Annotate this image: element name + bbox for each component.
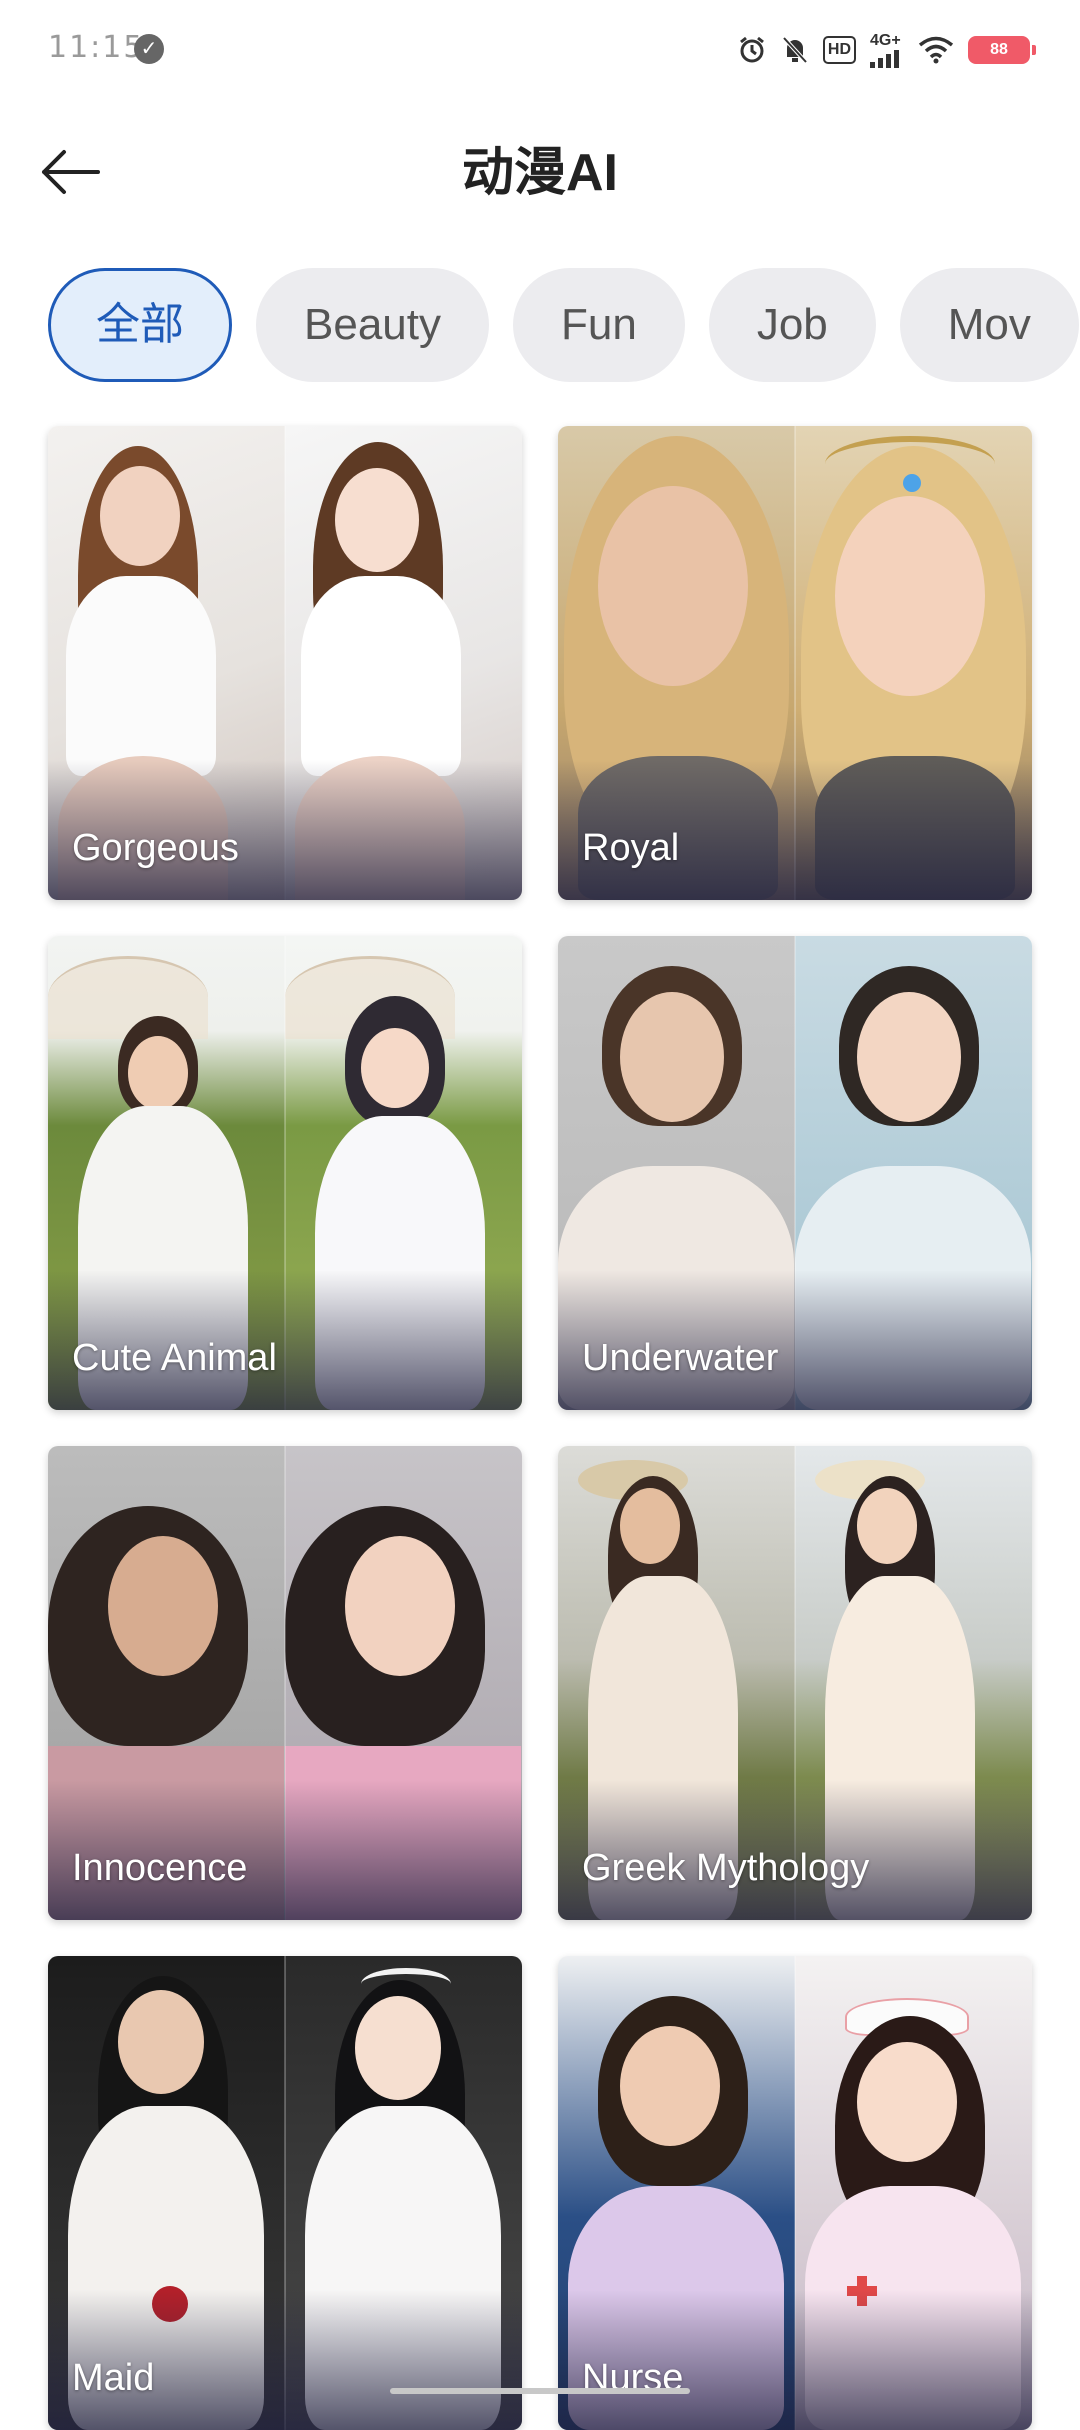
style-card-gorgeous[interactable]: Gorgeous bbox=[48, 426, 522, 900]
card-label: Maid bbox=[72, 2357, 155, 2399]
tab-job[interactable]: Job bbox=[708, 268, 876, 382]
card-label: Underwater bbox=[582, 1337, 779, 1379]
status-icons: HD 4G+ 88 bbox=[737, 30, 1036, 70]
home-indicator bbox=[390, 2388, 690, 2394]
style-card-cute-animal[interactable]: Cute Animal bbox=[48, 936, 522, 1410]
status-bar: 11:15 ✓ HD 4G+ 88 bbox=[0, 0, 1080, 100]
style-card-greek-mythology[interactable]: Greek Mythology bbox=[558, 1446, 1032, 1920]
wifi-icon bbox=[918, 36, 954, 64]
card-label: Cute Animal bbox=[72, 1337, 277, 1379]
battery-indicator: 88 bbox=[968, 36, 1036, 64]
style-card-royal[interactable]: Royal bbox=[558, 426, 1032, 900]
hd-icon: HD bbox=[822, 36, 856, 64]
check-circle-icon: ✓ bbox=[134, 34, 164, 64]
alarm-icon bbox=[737, 35, 767, 65]
card-label: Greek Mythology bbox=[582, 1847, 870, 1889]
status-time: 11:15 bbox=[48, 30, 145, 65]
style-card-innocence[interactable]: Innocence bbox=[48, 1446, 522, 1920]
page-title: 动漫AI bbox=[461, 144, 618, 202]
tab-beauty[interactable]: Beauty bbox=[256, 268, 489, 382]
bell-off-icon bbox=[781, 35, 809, 65]
tab-movie[interactable]: Mov bbox=[899, 268, 1079, 382]
card-label: Innocence bbox=[72, 1847, 248, 1889]
tab-all[interactable]: 全部 bbox=[48, 268, 232, 382]
style-card-maid[interactable]: Maid bbox=[48, 1956, 522, 2430]
network-type: 4G+ bbox=[870, 32, 901, 49]
card-label: Gorgeous bbox=[72, 827, 239, 869]
style-card-nurse[interactable]: Nurse bbox=[558, 1956, 1032, 2430]
category-tabs: 全部 Beauty Fun Job Mov bbox=[48, 268, 1080, 386]
style-grid: Gorgeous Royal Cute Animal Underwater In… bbox=[48, 426, 1032, 2430]
card-label: Royal bbox=[582, 827, 680, 869]
cellular-signal-icon: 4G+ bbox=[870, 32, 904, 68]
app-header: 动漫AI bbox=[0, 110, 1080, 230]
tab-fun[interactable]: Fun bbox=[512, 268, 685, 382]
style-card-underwater[interactable]: Underwater bbox=[558, 936, 1032, 1410]
